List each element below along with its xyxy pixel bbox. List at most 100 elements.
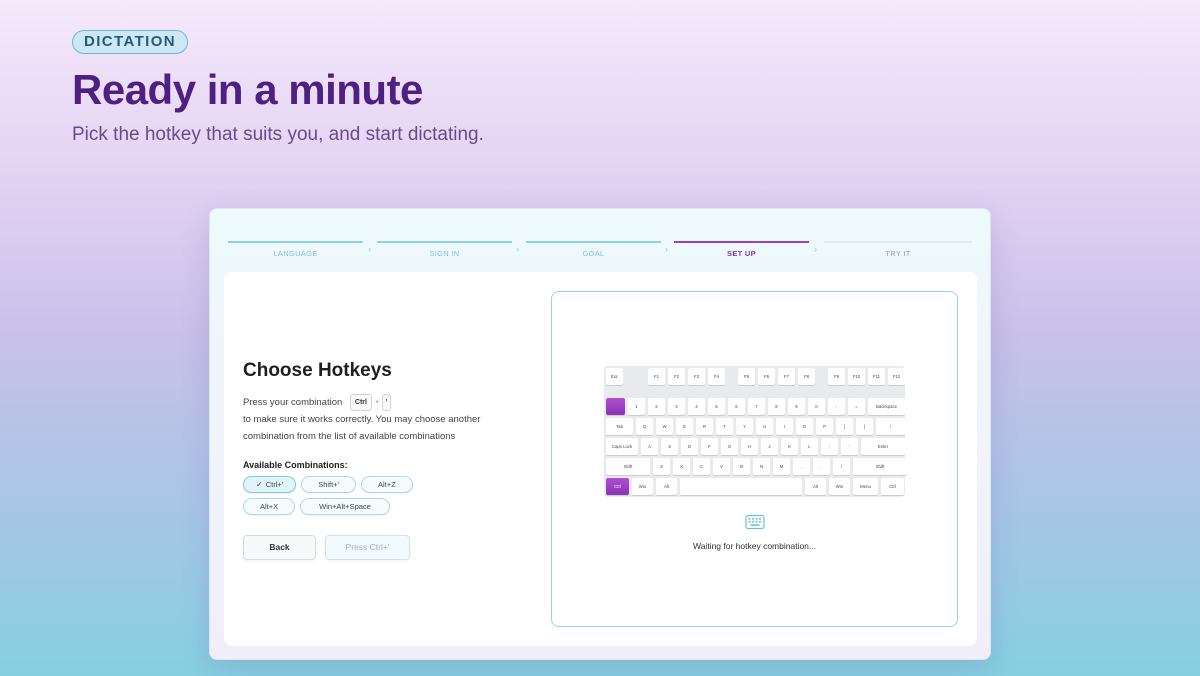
combo-alt-x[interactable]: Alt+X xyxy=(243,498,296,516)
chevron-right-icon: › xyxy=(814,244,817,254)
key-menu: Menu xyxy=(853,478,878,495)
key-1: 1 xyxy=(628,398,645,415)
key--: ] xyxy=(856,418,873,435)
key-l: L xyxy=(801,438,818,455)
key-7: 7 xyxy=(748,398,765,415)
key-alt: Alt xyxy=(805,478,826,495)
key-ctrl: Ctrl xyxy=(881,478,904,495)
key-0: 0 xyxy=(808,398,825,415)
key-z: Z xyxy=(653,458,670,475)
combination-list: ✓ Ctrl+' Shift+' Alt+Z Alt+X Win+Alt+Spac… xyxy=(243,476,458,516)
keyboard-diagram: Esc F1 F2 F3 F4 F5 F6 F7 F8 F9 F10 F11 F12 1 2 3 4 5 6 7 8 9 0… xyxy=(604,366,907,497)
press-hotkey-button[interactable]: Press Ctrl+' xyxy=(325,535,410,561)
key-backspace: Backspace xyxy=(868,398,905,415)
key-v: V xyxy=(713,458,730,475)
key-x: X xyxy=(673,458,690,475)
combo-ctrl-quote[interactable]: ✓ Ctrl+' xyxy=(243,476,297,494)
key-tab: Tab xyxy=(606,418,633,435)
key-6: 6 xyxy=(728,398,745,415)
step-goal[interactable]: GOAL xyxy=(526,241,661,261)
key-backtick xyxy=(606,398,625,415)
key-f10: F10 xyxy=(848,368,865,385)
key--: , xyxy=(793,458,810,475)
key-8: 8 xyxy=(768,398,785,415)
key-f7: F7 xyxy=(778,368,795,385)
page-title: Ready in a minute xyxy=(72,66,423,113)
step-try-it[interactable]: TRY IT xyxy=(824,241,972,261)
key-n: N xyxy=(753,458,770,475)
key-w: W xyxy=(656,418,673,435)
key-f5: F5 xyxy=(738,368,755,385)
key-m: M xyxy=(773,458,790,475)
key--: . xyxy=(813,458,830,475)
key-f11: F11 xyxy=(868,368,885,385)
key-enter: Enter xyxy=(861,438,905,455)
combo-win-alt-space[interactable]: Win+Alt+Space xyxy=(300,498,390,516)
key-space xyxy=(680,478,802,495)
chevron-right-icon: › xyxy=(665,244,668,254)
key-shift: Shift xyxy=(853,458,907,475)
key--: - xyxy=(828,398,845,415)
key-ctrl: Ctrl xyxy=(349,394,372,411)
hero: DICTATION Ready in a minute Pick the hot… xyxy=(72,30,484,148)
check-icon: ✓ xyxy=(256,480,263,490)
key-b: B xyxy=(733,458,750,475)
chevron-right-icon: › xyxy=(516,244,519,254)
key-f8: F8 xyxy=(798,368,815,385)
key-f6: F6 xyxy=(758,368,775,385)
key-quote: ' xyxy=(382,394,392,411)
step-sign-in[interactable]: SIGN IN xyxy=(377,241,512,261)
key--: / xyxy=(833,458,850,475)
key-f: F xyxy=(701,438,718,455)
key-f3: F3 xyxy=(688,368,705,385)
key-d: D xyxy=(681,438,698,455)
key-win: Win xyxy=(829,478,850,495)
key-ctrl: Ctrl xyxy=(606,478,629,495)
key-y: Y xyxy=(736,418,753,435)
available-combinations-title: Available Combinations: xyxy=(243,460,348,471)
key-u: U xyxy=(756,418,773,435)
key-j: J xyxy=(761,438,778,455)
page-subtitle: Pick the hotkey that suits you, and star… xyxy=(72,124,484,145)
key-alt: Alt xyxy=(656,478,677,495)
step-set-up[interactable]: SET UP xyxy=(674,241,809,261)
key-3: 3 xyxy=(668,398,685,415)
key--: ; xyxy=(821,438,838,455)
combo-shift-quote[interactable]: Shift+' xyxy=(301,476,357,494)
back-button[interactable]: Back xyxy=(243,535,316,561)
key-9: 9 xyxy=(788,398,805,415)
category-tag: DICTATION xyxy=(72,30,189,54)
key-esc: Esc xyxy=(606,368,623,385)
key-q: Q xyxy=(636,418,653,435)
instructions-before: Press your combination xyxy=(243,397,343,409)
status-area: Waiting for hotkey combination... xyxy=(552,514,957,551)
combo-alt-z[interactable]: Alt+Z xyxy=(361,476,413,494)
keyboard-icon xyxy=(744,514,765,535)
setup-panel: Choose Hotkeys Press your combination Ct… xyxy=(224,272,977,646)
key-i: I xyxy=(776,418,793,435)
key-2: 2 xyxy=(648,398,665,415)
setup-stepper: LANGUAGE › SIGN IN › GOAL › SET UP › TRY… xyxy=(228,241,976,261)
key-caps-lock: Caps Lock xyxy=(606,438,638,455)
keyboard-preview: Esc F1 F2 F3 F4 F5 F6 F7 F8 F9 F10 F11 F12 1 2 3 4 5 6 7 8 9 0… xyxy=(551,291,958,627)
app-window: LANGUAGE › SIGN IN › GOAL › SET UP › TRY… xyxy=(209,208,991,660)
action-buttons: Back Press Ctrl+' xyxy=(243,535,533,561)
key-p: P xyxy=(816,418,833,435)
instructions-after: to make sure it works correctly. You may… xyxy=(243,414,481,443)
key--: = xyxy=(848,398,865,415)
key--: [ xyxy=(836,418,853,435)
key-e: E xyxy=(676,418,693,435)
step-language[interactable]: LANGUAGE xyxy=(228,241,363,261)
key-f9: F9 xyxy=(828,368,845,385)
key--: ' xyxy=(841,438,858,455)
key-f4: F4 xyxy=(708,368,725,385)
key-c: C xyxy=(693,458,710,475)
key-a: A xyxy=(641,438,658,455)
plus-sign: + xyxy=(374,399,380,406)
key-f2: F2 xyxy=(668,368,685,385)
key-4: 4 xyxy=(688,398,705,415)
key-g: G xyxy=(721,438,738,455)
key-h: H xyxy=(741,438,758,455)
key-s: S xyxy=(661,438,678,455)
key-shift: Shift xyxy=(606,458,650,475)
